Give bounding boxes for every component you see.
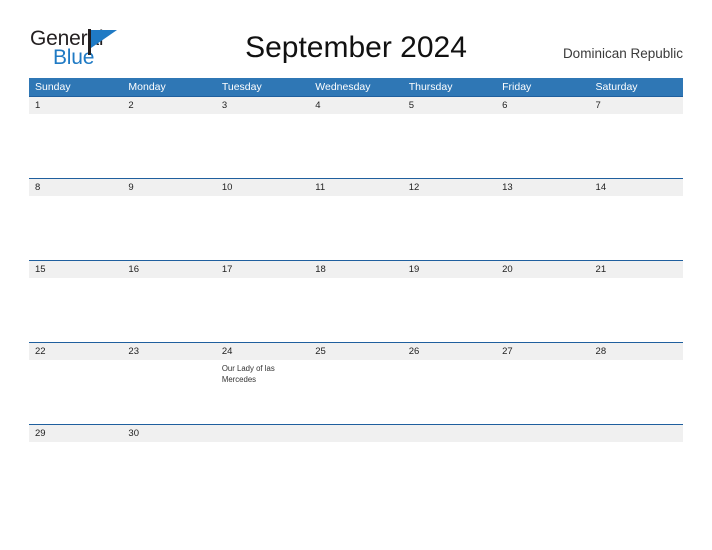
date-number[interactable]: 16 (122, 261, 215, 278)
date-number[interactable]: 9 (122, 179, 215, 196)
day-cell[interactable] (403, 114, 496, 178)
dow-monday: Monday (128, 81, 166, 93)
day-cell[interactable] (309, 114, 402, 178)
date-number[interactable]: 30 (122, 425, 215, 442)
day-cell[interactable] (122, 360, 215, 424)
date-number[interactable]: 12 (403, 179, 496, 196)
day-cell[interactable] (590, 196, 683, 260)
week-event-band (29, 196, 683, 260)
date-number[interactable]: 29 (29, 425, 122, 442)
date-number[interactable]: 7 (590, 97, 683, 114)
date-cell-blank (496, 425, 589, 442)
region-label: Dominican Republic (562, 46, 683, 61)
day-cell[interactable] (122, 278, 215, 342)
day-cell[interactable] (122, 196, 215, 260)
calendar-week-row: 22 23 24 25 26 27 28 Our Lady of las Mer… (29, 342, 683, 424)
day-cell[interactable] (590, 278, 683, 342)
date-number[interactable]: 11 (309, 179, 402, 196)
date-number[interactable]: 22 (29, 343, 122, 360)
day-cell[interactable] (309, 278, 402, 342)
day-cell[interactable] (29, 360, 122, 424)
date-number[interactable]: 6 (496, 97, 589, 114)
day-cell[interactable] (403, 196, 496, 260)
day-cell[interactable] (590, 360, 683, 424)
day-cell[interactable] (403, 360, 496, 424)
calendar-week-row: 15 16 17 18 19 20 21 (29, 260, 683, 342)
date-number[interactable]: 18 (309, 261, 402, 278)
date-number[interactable]: 5 (403, 97, 496, 114)
date-number[interactable]: 27 (496, 343, 589, 360)
date-cell-blank (309, 425, 402, 442)
dow-friday: Friday (502, 81, 532, 93)
day-cell[interactable] (496, 360, 589, 424)
day-cell[interactable]: Our Lady of las Mercedes (216, 360, 309, 424)
week-date-band: 8 9 10 11 12 13 14 (29, 178, 683, 196)
day-cell[interactable] (496, 278, 589, 342)
day-cell (496, 442, 589, 445)
day-cell[interactable] (309, 360, 402, 424)
day-cell[interactable] (216, 114, 309, 178)
date-number[interactable]: 15 (29, 261, 122, 278)
date-number[interactable]: 1 (29, 97, 122, 114)
date-number[interactable]: 20 (496, 261, 589, 278)
date-number[interactable]: 19 (403, 261, 496, 278)
calendar-page: General Blue September 2024 Dominican Re… (0, 0, 712, 550)
dow-saturday: Saturday (595, 81, 638, 93)
dow-wednesday: Wednesday (315, 81, 371, 93)
dow-tuesday: Tuesday (221, 81, 262, 93)
week-event-band: Our Lady of las Mercedes (29, 360, 683, 424)
calendar-week-row: 29 30 (29, 424, 683, 442)
day-cell[interactable] (216, 278, 309, 342)
day-cell[interactable] (29, 196, 122, 260)
date-number[interactable]: 8 (29, 179, 122, 196)
week-date-band: 1 2 3 4 5 6 7 (29, 96, 683, 114)
week-date-band: 29 30 (29, 424, 683, 442)
day-cell[interactable] (122, 114, 215, 178)
date-number[interactable]: 14 (590, 179, 683, 196)
date-number[interactable]: 2 (122, 97, 215, 114)
date-number[interactable]: 28 (590, 343, 683, 360)
date-number[interactable]: 23 (122, 343, 215, 360)
date-number[interactable]: 4 (309, 97, 402, 114)
week-date-band: 15 16 17 18 19 20 21 (29, 260, 683, 278)
day-cell[interactable] (496, 196, 589, 260)
day-cell[interactable] (590, 114, 683, 178)
date-number[interactable]: 3 (216, 97, 309, 114)
dow-thursday: Thursday (408, 81, 453, 93)
day-cell (309, 442, 402, 445)
day-cell[interactable] (403, 278, 496, 342)
date-number[interactable]: 17 (216, 261, 309, 278)
day-cell[interactable] (122, 442, 215, 445)
day-cell (216, 442, 309, 445)
day-of-week-header: Sunday Monday Tuesday Wednesday Thursday… (29, 78, 683, 96)
day-cell[interactable] (216, 196, 309, 260)
event-label: Our Lady of las Mercedes (221, 364, 275, 384)
page-header: General Blue September 2024 Dominican Re… (0, 0, 712, 78)
dow-sunday: Sunday (35, 81, 71, 93)
date-number[interactable]: 13 (496, 179, 589, 196)
day-cell[interactable] (29, 278, 122, 342)
day-cell (403, 442, 496, 445)
day-cell[interactable] (309, 196, 402, 260)
date-number[interactable]: 25 (309, 343, 402, 360)
week-event-band (29, 114, 683, 178)
date-number[interactable]: 10 (216, 179, 309, 196)
calendar-week-row: 8 9 10 11 12 13 14 (29, 178, 683, 260)
date-number[interactable]: 26 (403, 343, 496, 360)
date-cell-blank (590, 425, 683, 442)
date-cell-blank (403, 425, 496, 442)
day-cell[interactable] (29, 114, 122, 178)
date-number[interactable]: 21 (590, 261, 683, 278)
week-event-band (29, 278, 683, 342)
calendar-grid: Sunday Monday Tuesday Wednesday Thursday… (29, 78, 683, 442)
date-cell-blank (216, 425, 309, 442)
day-cell[interactable] (29, 442, 122, 445)
calendar-week-row: 1 2 3 4 5 6 7 (29, 96, 683, 178)
day-cell[interactable] (496, 114, 589, 178)
day-cell (590, 442, 683, 445)
date-number[interactable]: 24 (216, 343, 309, 360)
week-date-band: 22 23 24 25 26 27 28 (29, 342, 683, 360)
